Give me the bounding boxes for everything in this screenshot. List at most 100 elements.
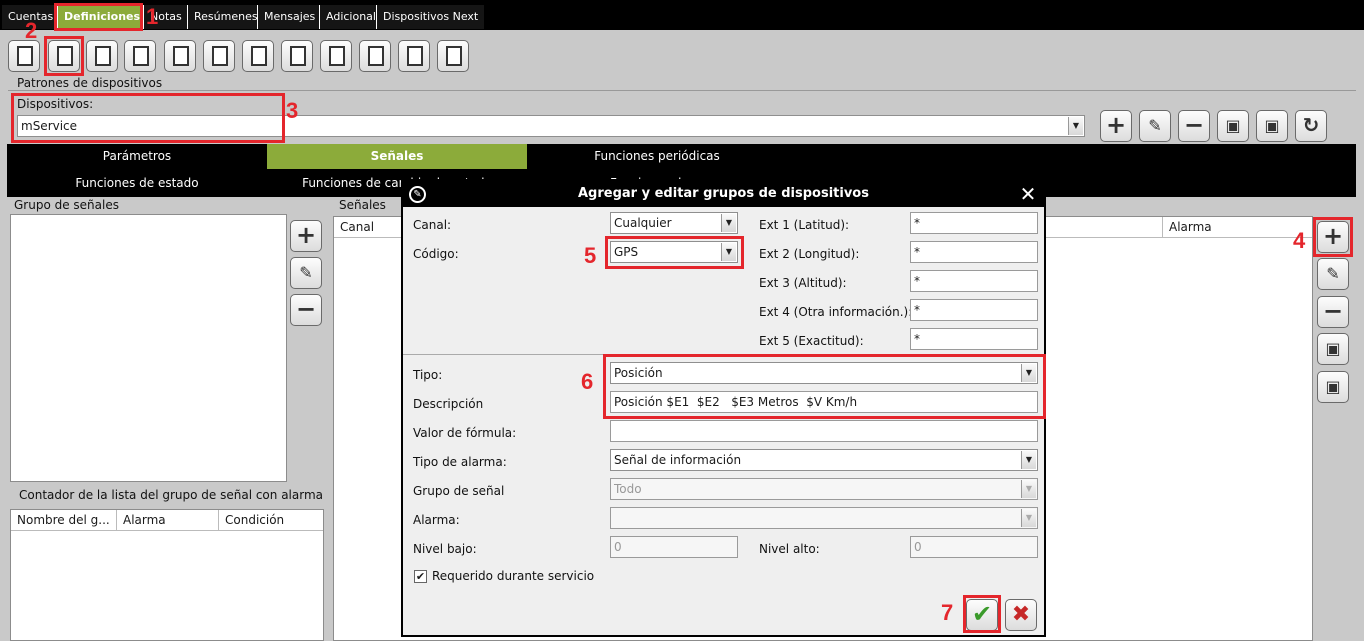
ext1-input[interactable]: * <box>910 212 1038 234</box>
ext5-input[interactable]: * <box>910 328 1038 350</box>
ext5-label: Ext 5 (Exactitud): <box>759 334 864 348</box>
edit-group-dialog: Agregar y editar grupos de dispositivos … <box>401 179 1046 637</box>
tab-resumenes[interactable]: Resúmenes <box>187 5 264 29</box>
ext2-input[interactable]: * <box>910 241 1038 263</box>
tab-adicional[interactable]: Adicional <box>319 5 382 29</box>
save-edit-icon: ▣ <box>1325 377 1341 396</box>
refresh-icon: ↻ <box>1302 113 1320 137</box>
refresh-button[interactable]: ↻ <box>1295 110 1327 142</box>
compass-icon: ✎ <box>409 186 426 203</box>
annotation-number-5: 5 <box>584 243 597 268</box>
chevron-down-icon: ▼ <box>1021 509 1036 527</box>
certificate-doc-icon[interactable] <box>281 40 313 72</box>
nivel-bajo-input[interactable]: 0 <box>610 536 738 558</box>
tipo-alarma-value: Señal de información <box>614 453 742 467</box>
edit-icon: ✎ <box>1326 264 1340 283</box>
annotation-number-1: 1 <box>146 4 159 29</box>
senales-title: Señales <box>339 198 386 212</box>
annotation-box-2 <box>44 36 84 76</box>
codigo-label: Código: <box>413 247 459 261</box>
tab-dispositivos-next[interactable]: Dispositivos Next <box>376 5 485 29</box>
column-header-alarma[interactable]: Alarma <box>117 510 219 530</box>
tab-funciones-periodicas[interactable]: Funciones periódicas <box>527 144 787 169</box>
stack-doc-icon[interactable] <box>437 40 469 72</box>
dialog-title-bar: Agregar y editar grupos de dispositivos <box>403 181 1044 207</box>
annotation-box-5 <box>605 236 744 269</box>
patrones-divider <box>8 90 1356 91</box>
annotation-box-4 <box>1313 217 1353 257</box>
remove-group-button[interactable]: − <box>290 294 322 326</box>
save-device-button[interactable]: ▣ <box>1217 110 1249 142</box>
tipo-alarma-label: Tipo de alarma: <box>413 455 507 469</box>
edit-device-button[interactable]: ✎ <box>1139 110 1171 142</box>
ext4-input[interactable]: * <box>910 299 1038 321</box>
annotation-number-3: 3 <box>286 98 299 123</box>
annotation-box-3 <box>11 93 285 143</box>
contador-table[interactable]: Nombre del g... Alarma Condición <box>10 509 324 641</box>
calculator-doc-icon[interactable] <box>359 40 391 72</box>
chevron-down-icon: ▼ <box>1021 451 1036 469</box>
tab-parametros[interactable]: Parámetros <box>7 144 267 169</box>
ext1-label: Ext 1 (Latitud): <box>759 218 850 232</box>
column-header-alarma[interactable]: Alarma <box>1162 217 1312 237</box>
remove-signal-button[interactable]: − <box>1317 296 1349 328</box>
annotation-number-7: 7 <box>941 600 954 625</box>
requerido-label: Requerido durante servicio <box>432 569 595 583</box>
tab-senales[interactable]: Señales <box>267 144 527 169</box>
valor-label: Valor de fórmula: <box>413 426 517 440</box>
cancel-button[interactable]: ✖ <box>1005 599 1037 631</box>
nivel-alto-input[interactable]: 0 <box>910 536 1038 558</box>
minus-icon: − <box>1322 297 1344 325</box>
plus-icon: + <box>1105 111 1127 139</box>
tab-funciones-estado[interactable]: Funciones de estado <box>7 171 267 196</box>
tipo-alarma-select[interactable]: Señal de información ▼ <box>610 449 1038 471</box>
tab-mensajes[interactable]: Mensajes <box>257 5 322 29</box>
canal-value: Cualquier <box>614 216 672 230</box>
grupo-value: Todo <box>614 482 642 496</box>
device-doc-icon[interactable] <box>124 40 156 72</box>
edit-icon: ✎ <box>299 263 313 282</box>
edit-signal-button[interactable]: ✎ <box>1317 258 1349 290</box>
chart-doc-icon[interactable] <box>320 40 352 72</box>
grupo-select[interactable]: Todo ▼ <box>610 478 1038 500</box>
canal-select[interactable]: Cualquier ▼ <box>610 212 738 234</box>
add-group-button[interactable]: + <box>290 220 322 252</box>
annotation-box-1 <box>54 3 143 31</box>
dialog-title: Agregar y editar grupos de dispositivos <box>578 186 869 201</box>
column-header-condicion[interactable]: Condición <box>219 510 323 530</box>
warning-doc-icon[interactable] <box>164 40 196 72</box>
alarma-select[interactable]: ▼ <box>610 507 1038 529</box>
requerido-checkbox[interactable]: ✔ <box>414 570 427 583</box>
close-icon: ✖ <box>1011 602 1031 627</box>
ext2-label: Ext 2 (Longitud): <box>759 247 860 261</box>
map-doc-icon[interactable] <box>398 40 430 72</box>
save-edit-icon: ▣ <box>1264 116 1280 135</box>
users-icon[interactable] <box>8 40 40 72</box>
edit-icon: ✎ <box>1148 116 1162 135</box>
ext4-label: Ext 4 (Otra información.): <box>759 305 913 319</box>
alarma-label: Alarma: <box>413 513 460 527</box>
annotation-number-6: 6 <box>581 369 594 394</box>
tipo-label: Tipo: <box>413 368 443 382</box>
hierarchy-doc-icon[interactable] <box>203 40 235 72</box>
edit-group-button[interactable]: ✎ <box>290 257 322 289</box>
minus-icon: − <box>295 295 317 323</box>
minus-icon: − <box>1183 111 1205 139</box>
annotation-number-4: 4 <box>1293 228 1306 253</box>
valor-input[interactable] <box>610 420 1038 442</box>
nivel-alto-label: Nivel alto: <box>759 542 820 556</box>
close-icon[interactable]: ✕ <box>1016 182 1040 206</box>
money-doc-icon[interactable] <box>242 40 274 72</box>
save-edit-device-button[interactable]: ▣ <box>1256 110 1288 142</box>
save-icon: ▣ <box>1325 339 1341 358</box>
save-signal-button[interactable]: ▣ <box>1317 333 1349 365</box>
column-header-nombre[interactable]: Nombre del g... <box>11 510 117 530</box>
contador-title: Contador de la lista del grupo de señal … <box>19 488 324 502</box>
add-device-button[interactable]: + <box>1100 110 1132 142</box>
search-doc-icon[interactable] <box>86 40 118 72</box>
save-edit-signal-button[interactable]: ▣ <box>1317 371 1349 403</box>
plus-icon: + <box>295 221 317 249</box>
grupo-senales-list[interactable] <box>10 214 287 482</box>
remove-device-button[interactable]: − <box>1178 110 1210 142</box>
ext3-input[interactable]: * <box>910 270 1038 292</box>
